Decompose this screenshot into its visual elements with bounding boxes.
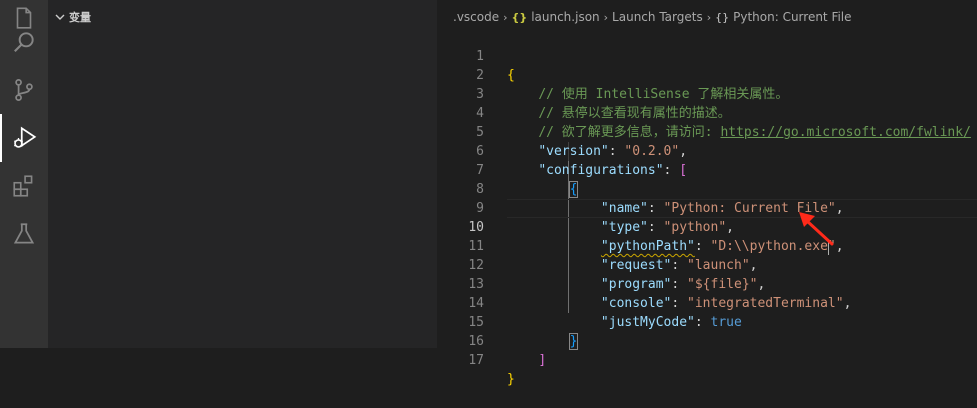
extensions-icon[interactable] [0, 162, 48, 210]
breadcrumb-folder[interactable]: .vscode [453, 10, 499, 24]
chevron-right-icon: › [706, 10, 712, 24]
editor-pane: .vscode › {} launch.json › Launch Target… [437, 0, 977, 387]
chevron-right-icon: › [503, 10, 508, 24]
testing-flask-icon[interactable] [0, 210, 48, 258]
activity-bar [0, 0, 48, 348]
chevron-right-icon: › [603, 10, 609, 24]
code-line[interactable]: 8 "name": "Python: Current File", [437, 161, 977, 216]
breadcrumb-launch-targets[interactable]: Launch Targets [612, 10, 703, 24]
sidebar-panel: 变量 [48, 0, 437, 348]
code-line-current[interactable]: 10 "pythonPath": "D:\\python.exe", [437, 199, 977, 255]
code-line[interactable]: 7 { [437, 142, 977, 198]
code-line[interactable]: 6 "configurations": [ [437, 123, 977, 178]
variables-section-header[interactable]: 变量 [48, 6, 91, 28]
breadcrumb-file[interactable]: launch.json [531, 10, 599, 24]
code-line[interactable]: 11 "request": "launch", [437, 218, 977, 273]
breadcrumb-current-target[interactable]: Python: Current File [733, 10, 851, 24]
code-editor[interactable]: 1 { 2 // 使用 IntelliSense 了解相关属性。 3 // 悬停… [437, 28, 977, 387]
code-line[interactable]: 13 "console": "integratedTerminal", [437, 256, 977, 311]
json-file-icon: {} [511, 10, 528, 24]
code-line[interactable]: 1 { [437, 28, 977, 83]
variables-section-title: 变量 [69, 11, 91, 24]
code-line[interactable]: 15 } [437, 294, 977, 350]
run-debug-icon[interactable] [0, 114, 48, 162]
chevron-down-icon [55, 14, 65, 20]
code-line[interactable]: 12 "program": "${file}", [437, 237, 977, 292]
line-number: 17 [468, 353, 484, 368]
bracket: ] [538, 353, 547, 368]
code-line[interactable]: 4 // 欲了解更多信息，请访问: https://go.microsoft.c… [437, 85, 977, 140]
code-line[interactable]: 16 ] [437, 313, 977, 368]
annotation-arrow-icon [799, 212, 834, 246]
code-line[interactable]: 14 "justMyCode": true [437, 275, 977, 330]
search-icon[interactable] [0, 18, 48, 66]
source-control-icon[interactable] [0, 66, 48, 114]
brace: } [507, 372, 515, 387]
code-line[interactable]: 9 "type": "python", [437, 180, 977, 235]
code-line[interactable]: 5 "version": "0.2.0", [437, 104, 977, 159]
object-icon: {} [715, 10, 730, 24]
breadcrumb: .vscode › {} launch.json › Launch Target… [437, 6, 852, 28]
code-line[interactable]: 3 // 悬停以查看现有属性的描述。 [437, 66, 977, 121]
code-line[interactable]: 17 } [437, 332, 977, 387]
code-line[interactable]: 2 // 使用 IntelliSense 了解相关属性。 [437, 47, 977, 102]
